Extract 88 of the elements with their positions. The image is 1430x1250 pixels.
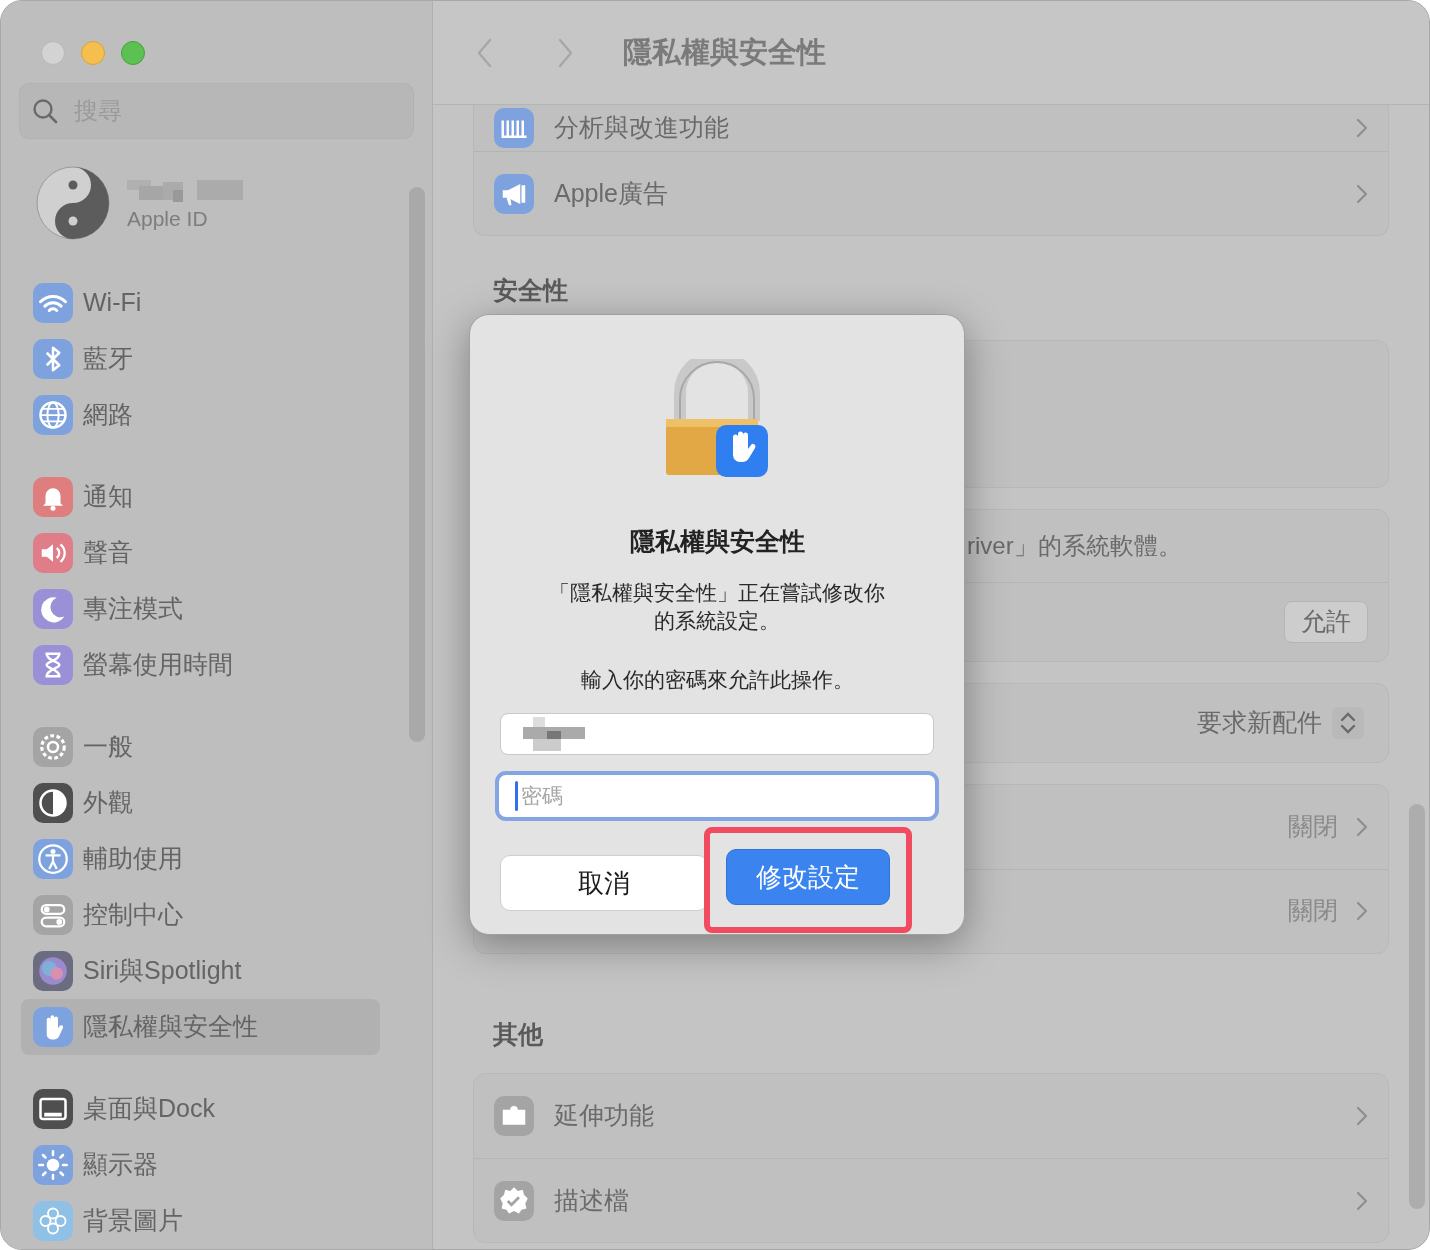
- search-icon: [32, 98, 58, 124]
- minimize-button[interactable]: [81, 41, 105, 65]
- row-label: 描述檔: [554, 1184, 630, 1216]
- wifi-icon: [33, 283, 73, 323]
- popup-value: 要求新配件: [1197, 706, 1322, 738]
- bar-chart-icon: [494, 108, 534, 148]
- sidebar-item-label: 外觀: [83, 787, 133, 819]
- close-button[interactable]: [41, 41, 65, 65]
- dialog-message: 「隱私權與安全性」正在嘗試修改你的系統設定。: [548, 579, 886, 634]
- sidebar-item-label: 控制中心: [83, 899, 183, 931]
- flower-icon: [33, 1201, 73, 1241]
- settings-row[interactable]: Apple廣告: [474, 151, 1388, 235]
- text-cursor: [515, 781, 518, 812]
- section-heading: 安全性: [492, 275, 569, 306]
- allow-button[interactable]: 允許: [1284, 600, 1368, 643]
- username-field[interactable]: [500, 713, 934, 756]
- account-subtitle: Apple ID: [127, 207, 209, 229]
- redacted-username: [523, 717, 585, 752]
- row-label: 延伸功能: [554, 1100, 655, 1132]
- chevron-icon[interactable]: [1356, 901, 1368, 921]
- gear-icon: [33, 727, 73, 767]
- sidebar-item-label: 輔助使用: [83, 843, 183, 875]
- back-button[interactable]: [477, 37, 493, 68]
- sidebar-item[interactable]: 通知: [21, 469, 380, 525]
- sidebar-item[interactable]: 聲音: [21, 525, 380, 581]
- sidebar-item-label: 螢幕使用時間: [83, 649, 233, 681]
- bell-icon: [33, 477, 73, 517]
- sidebar-item-label: 顯示器: [83, 1149, 158, 1181]
- sidebar-item-label: 網路: [83, 399, 133, 431]
- sidebar-item-label: 隱私權與安全性: [83, 1011, 258, 1043]
- chevron-icon[interactable]: [1356, 118, 1368, 138]
- zoom-button[interactable]: [121, 41, 145, 65]
- accessibility-icon: [33, 839, 73, 879]
- avatar[interactable]: [35, 165, 111, 241]
- sidebar-item-label: Wi-Fi: [83, 287, 142, 319]
- sidebar-item[interactable]: 輔助使用: [21, 831, 380, 887]
- speaker-icon: [33, 533, 73, 573]
- sidebar-item[interactable]: 外觀: [21, 775, 380, 831]
- confirm-button[interactable]: 修改設定: [726, 849, 890, 906]
- hourglass-icon: [33, 645, 73, 685]
- sidebar-item[interactable]: 控制中心: [21, 887, 380, 943]
- section-heading: 其他: [492, 1018, 544, 1050]
- stepper-icon[interactable]: [1332, 706, 1364, 739]
- megaphone-icon: [494, 173, 534, 214]
- chevron-icon[interactable]: [1356, 1106, 1368, 1126]
- badge-check-icon: [494, 1180, 534, 1221]
- sidebar-item-label: 一般: [83, 731, 133, 763]
- sidebar-item-label: Siri與Spotlight: [83, 955, 242, 987]
- sidebar-item[interactable]: Siri與Spotlight: [21, 943, 380, 999]
- settings-row[interactable]: 延伸功能: [474, 1074, 1388, 1158]
- sidebar-item-label: 聲音: [83, 537, 133, 569]
- sidebar-item[interactable]: 專注模式: [21, 581, 380, 637]
- forward-button[interactable]: [557, 37, 573, 68]
- settings-row[interactable]: 分析與改進功能: [474, 105, 1388, 151]
- dialog-prompt: 輸入你的密碼來允許此操作。: [580, 666, 854, 693]
- dock-icon: [33, 1089, 73, 1129]
- appearance-icon: [33, 783, 73, 823]
- hand-icon: [33, 1007, 73, 1047]
- sidebar-item-label: 背景圖片: [83, 1205, 183, 1237]
- sidebar-item[interactable]: 背景圖片: [21, 1193, 380, 1249]
- sun-icon: [33, 1145, 73, 1185]
- sidebar-item[interactable]: 桌面與Dock: [21, 1081, 380, 1137]
- chevron-icon[interactable]: [1356, 183, 1368, 204]
- dialog-title: 隱私權與安全性: [629, 526, 805, 557]
- chevron-icon[interactable]: [1356, 1190, 1368, 1211]
- sidebar-item-label: 專注模式: [83, 593, 183, 625]
- window-title: 隱私權與安全性: [623, 34, 826, 70]
- sidebar-item-label: 通知: [83, 481, 133, 513]
- sidebar-item-label: 藍牙: [83, 343, 133, 375]
- globe-icon: [33, 395, 73, 435]
- sidebar-item[interactable]: 一般: [21, 719, 380, 775]
- settings-row[interactable]: 描述檔: [474, 1158, 1388, 1242]
- sidebar-item[interactable]: 顯示器: [21, 1137, 380, 1193]
- toggles-icon: [33, 895, 73, 935]
- sidebar-item[interactable]: 網路: [21, 387, 380, 443]
- row-label: Apple廣告: [554, 177, 669, 209]
- chevron-icon[interactable]: [1356, 816, 1368, 837]
- moon-icon: [33, 589, 73, 629]
- password-field[interactable]: 密碼: [495, 771, 939, 822]
- row-label: 分析與改進功能: [554, 112, 730, 144]
- row-text: river」的系統軟體。: [967, 530, 1182, 561]
- sidebar-item[interactable]: 螢幕使用時間: [21, 637, 380, 693]
- sidebar-item[interactable]: 藍牙: [21, 331, 380, 387]
- sidebar-item-label: 桌面與Dock: [83, 1093, 215, 1125]
- bluetooth-icon: [33, 339, 73, 379]
- orb-icon: [33, 951, 73, 991]
- sidebar-item[interactable]: Wi-Fi: [21, 275, 380, 331]
- sidebar-item[interactable]: 隱私權與安全性: [21, 999, 380, 1055]
